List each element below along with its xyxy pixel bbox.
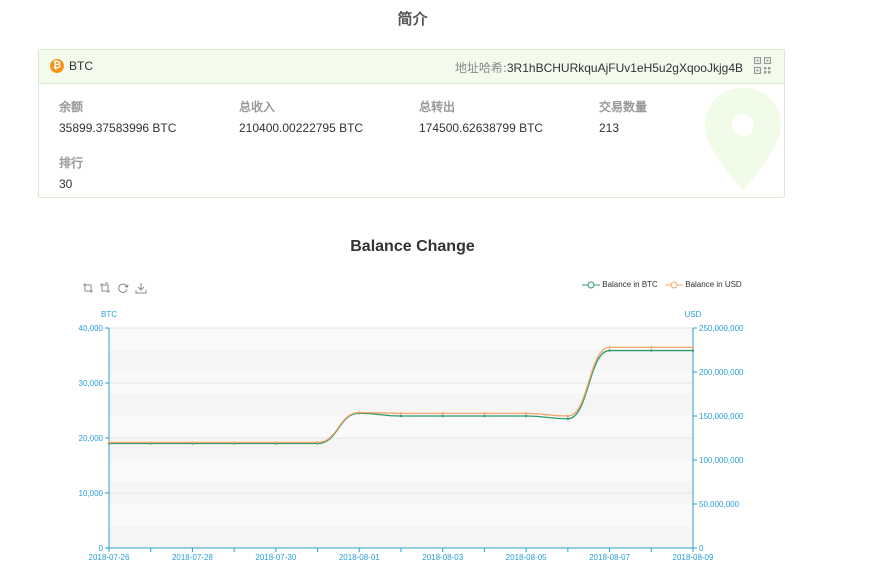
qr-code-icon[interactable] — [754, 57, 771, 74]
data-point-1 — [691, 346, 695, 349]
stat-value: 213 — [599, 121, 620, 135]
stat-label: 总收入 — [239, 100, 276, 114]
stat-label: 总转出 — [419, 100, 456, 114]
card-header: ₿ BTC 地址哈希:3R1hBCHURkquAjFUv1eH5u2gXqooJ… — [39, 50, 784, 84]
save-image-icon[interactable] — [135, 282, 147, 294]
data-point-0 — [441, 414, 444, 418]
legend-label: Balance in BTC — [602, 280, 658, 289]
x-tick-label: 2018-07-30 — [255, 553, 296, 562]
legend-marker-btc — [582, 281, 600, 289]
grid-band — [109, 416, 693, 438]
address-field: 地址哈希:3R1hBCHURkquAjFUv1eH5u2gXqooJkjg4B — [455, 59, 743, 76]
stat-rank: 排行 30 — [59, 154, 83, 191]
y-right-tick-label: 100,000,000 — [699, 456, 744, 465]
data-point-0 — [650, 349, 653, 352]
y-right-tick-label: 50,000,000 — [699, 500, 740, 509]
grid-band — [109, 438, 693, 460]
y-right-tick-label: 200,000,000 — [699, 368, 744, 377]
address-value[interactable]: 3R1hBCHURkquAjFUv1eH5u2gXqooJkjg4B — [507, 61, 743, 75]
grid-band — [109, 328, 693, 350]
legend-marker-usd — [665, 281, 683, 289]
stat-value: 35899.37583996 BTC — [59, 121, 177, 135]
coin-name: BTC — [69, 59, 93, 73]
stat-value: 30 — [59, 177, 73, 191]
data-point-0 — [483, 414, 486, 418]
address-label: 地址哈希: — [454, 61, 507, 75]
y-left-tick-label: 20,000 — [79, 434, 104, 443]
data-point-0 — [399, 414, 403, 418]
data-point-1 — [316, 441, 319, 444]
y-right-axis-name: USD — [685, 310, 702, 319]
data-point-1 — [358, 411, 361, 414]
restore-icon[interactable] — [117, 282, 129, 294]
y-right-tick-label: 250,000,000 — [699, 324, 744, 333]
data-point-1 — [149, 441, 152, 444]
x-tick-label: 2018-08-03 — [422, 553, 463, 562]
balance-chart: 0 10,000 20,000 30,000 40,000 0 50,000,000 100,… — [79, 310, 745, 562]
y-left-tick-label: 10,000 — [79, 489, 104, 498]
data-point-1 — [107, 441, 111, 444]
data-point-0 — [691, 349, 695, 352]
stat-label: 交易数量 — [599, 100, 648, 114]
stat-balance: 余额 35899.37583996 BTC — [59, 98, 176, 135]
stat-total-received: 总收入 210400.00222795 BTC — [239, 98, 363, 135]
chart-title: Balance Change — [350, 238, 475, 255]
data-point-0 — [566, 417, 570, 420]
data-point-1 — [483, 412, 486, 415]
data-point-1 — [191, 441, 194, 444]
section-title: 简介 — [397, 10, 428, 28]
bitcoin-icon: ₿ — [50, 59, 64, 73]
data-point-1 — [608, 346, 611, 349]
x-tick-label: 2018-08-07 — [589, 553, 630, 562]
data-point-0 — [608, 349, 611, 352]
legend-item-usd[interactable]: Balance in USD — [665, 280, 742, 289]
data-point-1 — [566, 414, 570, 418]
data-point-1 — [441, 412, 444, 415]
data-point-0 — [524, 414, 528, 418]
stat-value: 174500.62638799 BTC — [419, 121, 544, 135]
x-tick-label: 2018-07-26 — [89, 553, 130, 562]
address-summary-card: ₿ BTC 地址哈希:3R1hBCHURkquAjFUv1eH5u2gXqooJ… — [38, 49, 785, 198]
x-tick-label: 2018-07-28 — [172, 553, 213, 562]
y-left-tick-label: 40,000 — [79, 324, 104, 333]
stat-total-sent: 总转出 174500.62638799 BTC — [419, 98, 543, 135]
data-point-1 — [650, 346, 653, 349]
grid-band — [109, 504, 693, 526]
data-point-1 — [232, 441, 236, 444]
data-point-1 — [274, 441, 278, 444]
y-left-tick-label: 0 — [99, 544, 104, 553]
stat-value: 210400.00222795 BTC — [239, 121, 364, 135]
data-point-1 — [524, 412, 528, 415]
stat-tx-count: 交易数量 213 — [599, 98, 647, 135]
x-tick-label: 2018-08-09 — [673, 553, 714, 562]
legend-label: Balance in USD — [685, 280, 742, 289]
grid-band — [109, 460, 693, 482]
y-left-tick-label: 30,000 — [79, 379, 104, 388]
zoom-icon[interactable] — [82, 282, 94, 294]
stat-label: 余额 — [59, 100, 84, 114]
y-left-axis-name: BTC — [101, 310, 117, 319]
y-right-tick-label: 150,000,000 — [699, 412, 744, 421]
x-tick-label: 2018-08-05 — [506, 553, 547, 562]
stat-label: 排行 — [59, 156, 84, 170]
zoom-reset-icon[interactable] — [99, 282, 111, 294]
location-pin-icon — [705, 88, 781, 190]
legend-item-btc[interactable]: Balance in BTC — [582, 280, 658, 289]
grid-band — [109, 350, 693, 372]
y-right-tick-label: 0 — [699, 544, 704, 553]
grid-band — [109, 526, 693, 548]
data-point-1 — [399, 412, 403, 415]
x-tick-label: 2018-08-01 — [339, 553, 380, 562]
